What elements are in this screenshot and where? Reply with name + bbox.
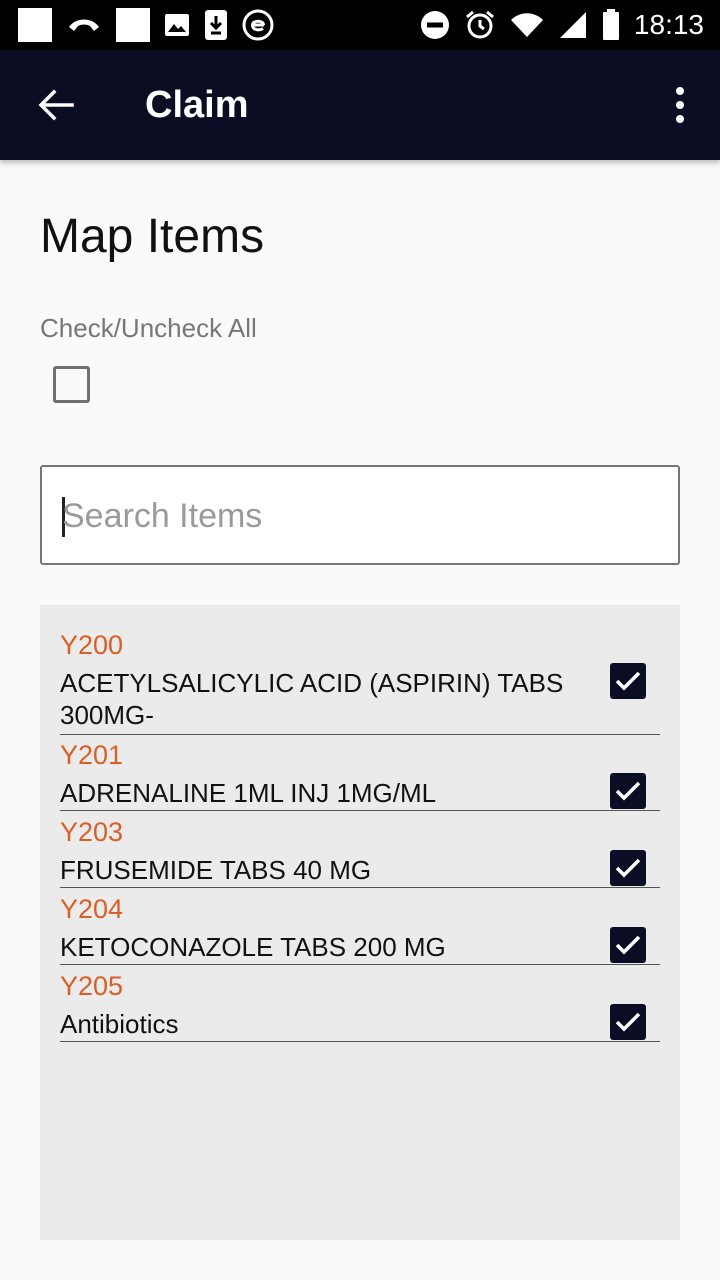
check-icon	[615, 935, 641, 955]
battery-icon	[602, 9, 619, 40]
item-checkbox[interactable]	[610, 773, 646, 809]
app-bar-title: Claim	[145, 84, 249, 126]
back-button[interactable]	[24, 77, 88, 133]
list-item[interactable]: Y205 Antibiotics	[60, 970, 660, 1042]
items-list: Y200 ACETYLSALICYLIC ACID (ASPIRIN) TABS…	[40, 605, 680, 1240]
image-icon	[165, 14, 189, 36]
item-code: Y204	[60, 894, 124, 924]
search-input[interactable]	[62, 493, 658, 539]
item-code: Y200	[60, 630, 124, 660]
check-icon	[615, 781, 641, 801]
item-name: ACETYLSALICYLIC ACID (ASPIRIN) TABS 300M…	[60, 668, 564, 730]
item-code: Y205	[60, 971, 124, 1001]
item-code: Y201	[60, 740, 124, 770]
status-bar-notifications	[18, 7, 274, 43]
arrow-left-icon	[38, 89, 74, 121]
e-badge-icon	[242, 9, 274, 41]
more-vertical-icon-dot	[676, 115, 684, 123]
alarm-icon	[465, 10, 494, 39]
item-checkbox[interactable]	[610, 663, 646, 699]
check-all-label: Check/Uncheck All	[40, 313, 257, 343]
app-bar: Claim	[0, 50, 720, 160]
item-checkbox[interactable]	[610, 850, 646, 886]
list-item[interactable]: Y203 FRUSEMIDE TABS 40 MG	[60, 816, 660, 888]
status-time: 18:13	[633, 9, 704, 40]
item-checkbox[interactable]	[610, 927, 646, 963]
notification-square-icon	[116, 8, 150, 42]
check-all-checkbox[interactable]	[53, 366, 90, 403]
list-item[interactable]: Y200 ACETYLSALICYLIC ACID (ASPIRIN) TABS…	[60, 629, 660, 735]
item-checkbox[interactable]	[610, 1004, 646, 1040]
overflow-menu-button[interactable]	[660, 77, 700, 133]
search-field[interactable]	[40, 465, 680, 565]
check-icon	[615, 671, 641, 691]
item-name: Antibiotics	[60, 1009, 179, 1039]
status-bar: 18:13	[0, 0, 720, 50]
signal-icon	[559, 12, 586, 38]
do-not-disturb-icon	[420, 11, 449, 39]
item-name: FRUSEMIDE TABS 40 MG	[60, 855, 372, 885]
more-vertical-icon-dot	[676, 101, 684, 109]
item-name: ADRENALINE 1ML INJ 1MG/ML	[60, 778, 437, 808]
more-vertical-icon	[676, 87, 684, 95]
wifi-icon	[510, 13, 543, 37]
list-item[interactable]: Y204 KETOCONAZOLE TABS 200 MG	[60, 893, 660, 965]
item-name: KETOCONAZOLE TABS 200 MG	[60, 932, 446, 962]
check-icon	[615, 1012, 641, 1032]
download-icon	[205, 10, 227, 40]
item-code: Y203	[60, 817, 124, 847]
list-item[interactable]: Y201 ADRENALINE 1ML INJ 1MG/ML	[60, 739, 660, 811]
notification-square-icon	[18, 8, 52, 42]
status-bar-system: 18:13	[420, 7, 704, 43]
check-icon	[615, 858, 641, 878]
missed-call-icon	[69, 19, 99, 31]
page-title: Map Items	[40, 210, 265, 263]
